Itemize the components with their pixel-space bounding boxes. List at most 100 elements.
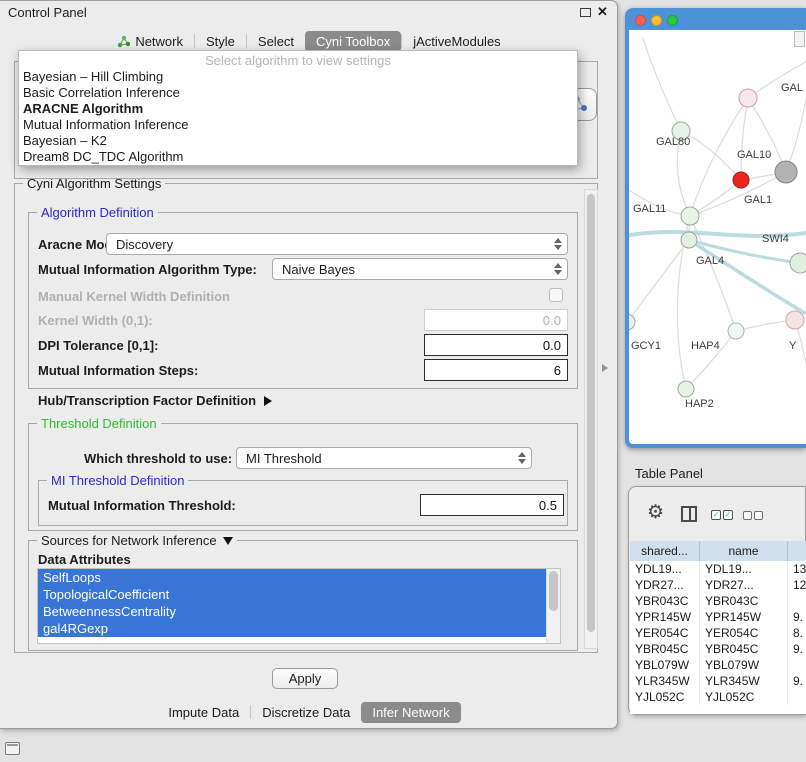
table-cell[interactable]: YER054C xyxy=(700,625,788,641)
tab-jactivemodules[interactable]: jActiveModules xyxy=(402,31,511,52)
dpi-tolerance-input[interactable] xyxy=(424,334,568,356)
table-cell[interactable]: YER054C xyxy=(630,625,700,641)
attr-item-selfloops[interactable]: SelfLoops xyxy=(38,569,546,586)
table-row[interactable]: YBR043C YBR043C xyxy=(630,593,806,609)
mi-steps-input[interactable] xyxy=(424,359,568,381)
table-cell[interactable]: 8. xyxy=(788,625,806,641)
network-scrollbar-button[interactable] xyxy=(794,31,805,47)
table-cell[interactable]: 12 xyxy=(788,577,806,593)
column-header-shared[interactable]: shared... xyxy=(630,541,700,561)
table-cell[interactable] xyxy=(788,689,806,705)
table-row[interactable]: YDR27... YDR27... 12 xyxy=(630,577,806,593)
manual-kernel-checkbox[interactable] xyxy=(549,288,563,302)
popup-item-dream8[interactable]: Dream8 DC_TDC Algorithm xyxy=(19,149,577,165)
popup-item-mutual-information[interactable]: Mutual Information Inference xyxy=(19,117,577,133)
attr-item-topologicalcoefficient[interactable]: TopologicalCoefficient xyxy=(38,586,546,603)
mi-threshold-input[interactable] xyxy=(420,494,564,516)
restore-panel-icon[interactable] xyxy=(5,742,20,755)
apply-button[interactable]: Apply xyxy=(272,668,338,689)
settings-scrollbar[interactable] xyxy=(584,189,598,649)
table-cell[interactable] xyxy=(788,657,806,673)
table-cell[interactable]: 9. xyxy=(788,641,806,657)
mi-threshold-label: Mutual Information Threshold: xyxy=(48,498,236,513)
table-row[interactable]: YPR145W YPR145W 9. xyxy=(630,609,806,625)
table-cell[interactable]: YDL19... xyxy=(700,561,788,577)
hide-columns-icon[interactable]: ✓✓ xyxy=(743,511,763,520)
close-panel-icon[interactable]: ✕ xyxy=(597,4,608,20)
popup-item-aracne[interactable]: ARACNE Algorithm xyxy=(19,101,577,117)
table-cell[interactable]: YLR345W xyxy=(630,673,700,689)
network-node[interactable] xyxy=(728,323,744,339)
network-node[interactable] xyxy=(678,381,694,397)
table-columns-icon[interactable] xyxy=(681,506,697,522)
table-cell[interactable]: YPR145W xyxy=(700,609,788,625)
table-settings-gear-icon[interactable]: ⚙ xyxy=(647,501,664,524)
table-cell[interactable]: YBL079W xyxy=(700,657,788,673)
attribute-list-scrollbar-thumb[interactable] xyxy=(549,571,558,611)
popup-item-bayesian-hill-climbing[interactable]: Bayesian – Hill Climbing xyxy=(19,69,577,85)
table-cell[interactable]: YDR27... xyxy=(700,577,788,593)
hub-section-toggle[interactable]: Hub/Transcription Factor Definition xyxy=(38,393,272,408)
table-row[interactable]: YLR345W YLR345W 9. xyxy=(630,673,806,689)
table-cell[interactable]: 9. xyxy=(788,609,806,625)
table-cell[interactable]: YBR043C xyxy=(700,593,788,609)
attr-item-gal4rgexp[interactable]: gal4RGexp xyxy=(38,620,546,637)
table-cell[interactable]: YDR27... xyxy=(630,577,700,593)
table-row[interactable]: YJL052C YJL052C xyxy=(630,689,806,705)
chevron-updown-icon xyxy=(554,238,562,250)
table-cell[interactable]: YBR045C xyxy=(630,641,700,657)
splitter-arrow-icon[interactable] xyxy=(602,364,608,372)
popup-item-basic-correlation[interactable]: Basic Correlation Inference xyxy=(19,85,577,101)
table-cell[interactable] xyxy=(788,593,806,609)
table-row[interactable]: YBR045C YBR045C 9. xyxy=(630,641,806,657)
show-columns-icon[interactable]: ✓✓ xyxy=(711,510,733,520)
table-cell[interactable]: 9. xyxy=(788,673,806,689)
aracne-mode-select[interactable]: Discovery xyxy=(106,233,568,255)
attribute-list-scrollbar[interactable] xyxy=(546,569,560,643)
table-cell[interactable]: YDL19... xyxy=(630,561,700,577)
minimize-window-button[interactable] xyxy=(651,15,662,26)
tab-infer-network[interactable]: Infer Network xyxy=(361,702,460,723)
zoom-window-button[interactable] xyxy=(667,15,678,26)
table-row[interactable]: YER054C YER054C 8. xyxy=(630,625,806,641)
network-node[interactable] xyxy=(790,253,806,273)
table-cell[interactable]: YJL052C xyxy=(630,689,700,705)
network-node[interactable] xyxy=(681,232,697,248)
network-node[interactable] xyxy=(629,314,635,330)
sources-section-toggle[interactable]: Sources for Network Inference xyxy=(37,533,237,548)
popup-item-bayesian-k2[interactable]: Bayesian – K2 xyxy=(19,133,577,149)
table-cell[interactable]: YPR145W xyxy=(630,609,700,625)
table-row[interactable]: YDL19... YDL19... 13 xyxy=(630,561,806,577)
table-cell[interactable]: YJL052C xyxy=(700,689,788,705)
which-threshold-select[interactable]: MI Threshold xyxy=(236,447,532,469)
algorithm-dropdown-popup: Select algorithm to view settings Bayesi… xyxy=(18,50,578,166)
table-cell[interactable]: YLR345W xyxy=(700,673,788,689)
attr-item-betweennesscentrality[interactable]: BetweennessCentrality xyxy=(38,603,546,620)
network-node[interactable] xyxy=(733,172,749,188)
table-cell[interactable]: YBR045C xyxy=(700,641,788,657)
tab-style[interactable]: Style xyxy=(195,31,246,52)
float-window-icon[interactable] xyxy=(580,8,591,17)
tab-network[interactable]: Network xyxy=(106,31,194,52)
column-header-extra[interactable] xyxy=(788,541,806,561)
network-view-window: GAL80 GAL10 GAL11 GAL1 SWI4 GAL4 GCY1 HA… xyxy=(625,8,806,448)
network-node[interactable] xyxy=(786,311,804,329)
table-cell[interactable]: YBR043C xyxy=(630,593,700,609)
table-cell[interactable]: 13 xyxy=(788,561,806,577)
tab-select[interactable]: Select xyxy=(247,31,305,52)
settings-scrollbar-thumb[interactable] xyxy=(587,194,595,632)
table-header: shared... name xyxy=(630,541,806,562)
tab-discretize-data[interactable]: Discretize Data xyxy=(251,702,361,723)
tab-impute-data[interactable]: Impute Data xyxy=(157,702,250,723)
network-node[interactable] xyxy=(775,161,797,183)
close-window-button[interactable] xyxy=(635,15,646,26)
kernel-width-input[interactable] xyxy=(424,309,568,331)
network-node[interactable] xyxy=(681,207,699,225)
table-cell[interactable]: YBL079W xyxy=(630,657,700,673)
network-node[interactable] xyxy=(739,89,757,107)
network-canvas[interactable]: GAL80 GAL10 GAL11 GAL1 SWI4 GAL4 GCY1 HA… xyxy=(629,30,806,444)
table-row[interactable]: YBL079W YBL079W xyxy=(630,657,806,673)
column-header-name[interactable]: name xyxy=(700,541,788,561)
mi-type-select[interactable]: Naive Bayes xyxy=(272,258,568,280)
tab-cyni-toolbox[interactable]: Cyni Toolbox xyxy=(305,31,401,52)
